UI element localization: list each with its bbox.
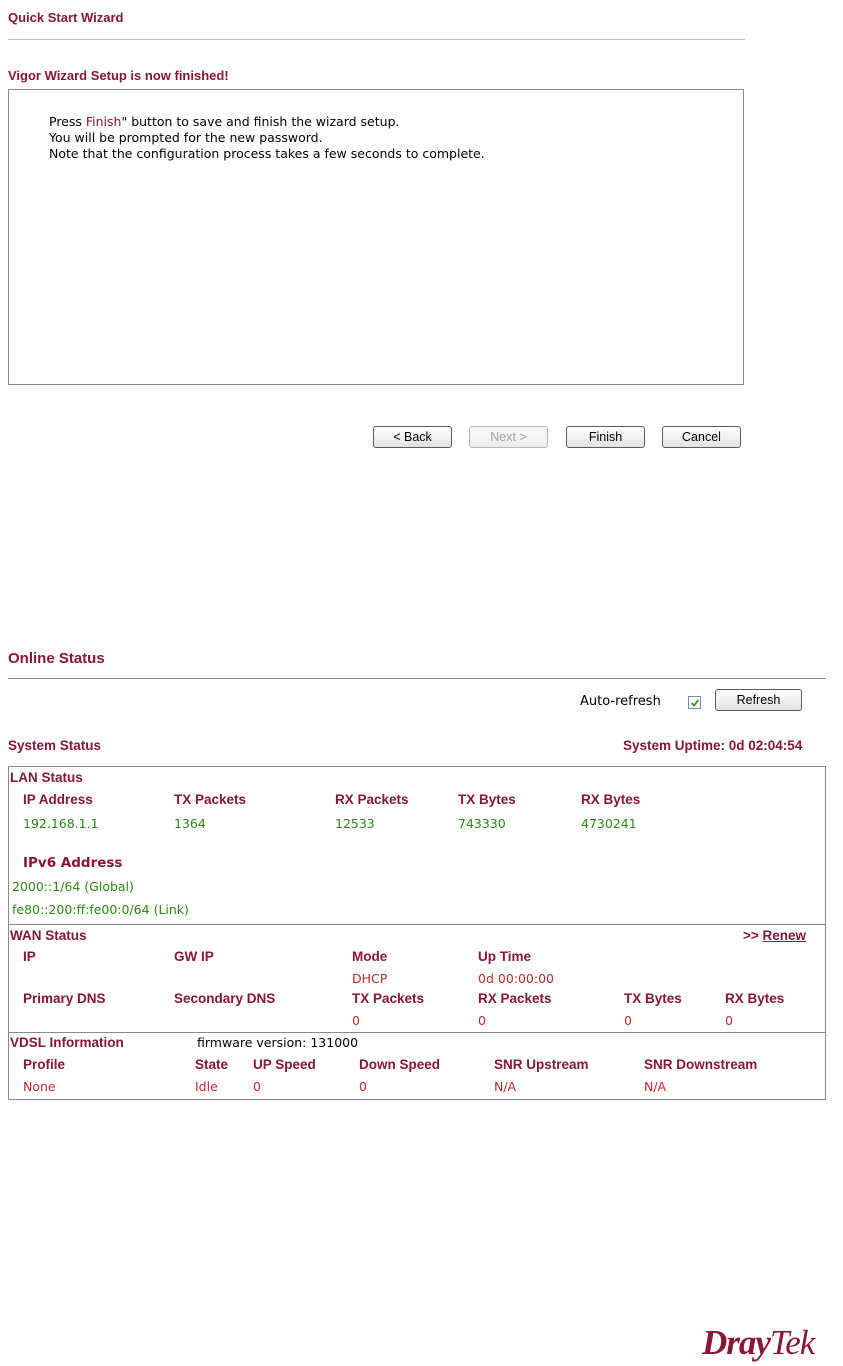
wan-rx-packets-value: 0 [478, 1013, 486, 1028]
wan-header-primary-dns: Primary DNS [23, 991, 106, 1006]
vdsl-header-snr-downstream: SNR Downstream [644, 1057, 758, 1072]
lan-tx-packets: 1364 [174, 816, 206, 831]
wan-header-mode: Mode [352, 949, 388, 964]
draytek-logo: DrayTek [702, 1323, 815, 1363]
section-divider [9, 924, 825, 925]
cancel-button[interactable]: Cancel [662, 426, 741, 448]
online-status-divider [8, 678, 826, 679]
vdsl-up-speed-value: 0 [253, 1079, 261, 1094]
wan-tx-bytes-value: 0 [624, 1013, 632, 1028]
vdsl-header-state: State [195, 1057, 229, 1072]
wan-header-secondary-dns: Secondary DNS [174, 991, 276, 1006]
lan-header-rx-packets: RX Packets [335, 792, 409, 807]
wan-up-time-value: 0d 00:00:00 [478, 971, 555, 986]
renew-link-container: >> Renew [743, 928, 806, 943]
system-status-label: System Status [8, 738, 102, 753]
vdsl-profile-value: None [23, 1079, 56, 1094]
checkmark-icon [690, 699, 700, 707]
wan-header-ip: IP [23, 949, 36, 964]
status-panel: LAN Status IP Address TX Packets RX Pack… [8, 766, 826, 1100]
wizard-subtitle: Vigor Wizard Setup is now finished! [8, 68, 229, 83]
message-text: " button to save and finish the wizard s… [121, 114, 400, 129]
lan-status-label: LAN Status [10, 770, 83, 785]
online-status-title: Online Status [8, 650, 105, 667]
section-divider [9, 1032, 825, 1033]
vdsl-header-snr-upstream: SNR Upstream [494, 1057, 589, 1072]
wizard-message-panel: Press Finish" button to save and finish … [8, 89, 744, 385]
wizard-divider [8, 39, 745, 40]
next-button[interactable]: Next > [469, 426, 548, 448]
ipv6-link-address: fe80::200:ff:fe00:0/64 (Link) [12, 902, 189, 917]
wizard-message-line-3: Note that the configuration process take… [49, 146, 485, 161]
auto-refresh-label: Auto-refresh [580, 694, 661, 709]
back-button[interactable]: < Back [373, 426, 452, 448]
wizard-message-line-2: You will be prompted for the new passwor… [49, 130, 323, 145]
lan-header-ip-address: IP Address [23, 792, 93, 807]
wan-header-up-time: Up Time [478, 949, 532, 964]
lan-rx-bytes: 4730241 [581, 816, 637, 831]
renew-link[interactable]: Renew [763, 928, 807, 943]
message-text: Press [49, 114, 86, 129]
renew-prefix: >> [743, 928, 763, 943]
wan-header-rx-packets: RX Packets [478, 991, 552, 1006]
vdsl-firmware-version: firmware version: 131000 [197, 1035, 359, 1050]
system-uptime: System Uptime: 0d 02:04:54 [623, 738, 803, 753]
wan-mode-value: DHCP [352, 971, 388, 986]
wan-header-rx-bytes: RX Bytes [725, 991, 785, 1006]
vdsl-snr-downstream-value: N/A [644, 1079, 667, 1094]
wan-header-tx-packets: TX Packets [352, 991, 425, 1006]
lan-ip-address: 192.168.1.1 [23, 816, 99, 831]
wizard-message-line-1: Press Finish" button to save and finish … [49, 114, 485, 130]
lan-header-tx-bytes: TX Bytes [458, 792, 516, 807]
wan-header-gw-ip: GW IP [174, 949, 214, 964]
finish-highlight: Finish [85, 114, 122, 129]
vdsl-state-value: Idle [195, 1079, 218, 1094]
logo-part-dray: Dray [702, 1323, 771, 1362]
vdsl-header-down-speed: Down Speed [359, 1057, 441, 1072]
ipv6-address-label: IPv6 Address [23, 855, 123, 871]
lan-rx-packets: 12533 [335, 816, 375, 831]
vdsl-snr-upstream-value: N/A [494, 1079, 517, 1094]
ipv6-global-address: 2000::1/64 (Global) [12, 879, 134, 894]
wan-header-tx-bytes: TX Bytes [624, 991, 682, 1006]
vdsl-down-speed-value: 0 [359, 1079, 367, 1094]
lan-header-rx-bytes: RX Bytes [581, 792, 641, 807]
vdsl-information-label: VDSL Information [10, 1035, 124, 1050]
wizard-message: Press Finish" button to save and finish … [49, 114, 485, 162]
refresh-button[interactable]: Refresh [715, 689, 802, 711]
lan-header-tx-packets: TX Packets [174, 792, 247, 807]
wan-rx-bytes-value: 0 [725, 1013, 733, 1028]
wan-status-label: WAN Status [10, 928, 87, 943]
vdsl-header-up-speed: UP Speed [253, 1057, 316, 1072]
wan-tx-packets-value: 0 [352, 1013, 360, 1028]
finish-button[interactable]: Finish [566, 426, 645, 448]
lan-tx-bytes: 743330 [458, 816, 506, 831]
vdsl-header-profile: Profile [23, 1057, 66, 1072]
logo-part-tek: Tek [769, 1323, 815, 1362]
wizard-title: Quick Start Wizard [8, 10, 124, 25]
auto-refresh-checkbox[interactable] [688, 696, 701, 709]
